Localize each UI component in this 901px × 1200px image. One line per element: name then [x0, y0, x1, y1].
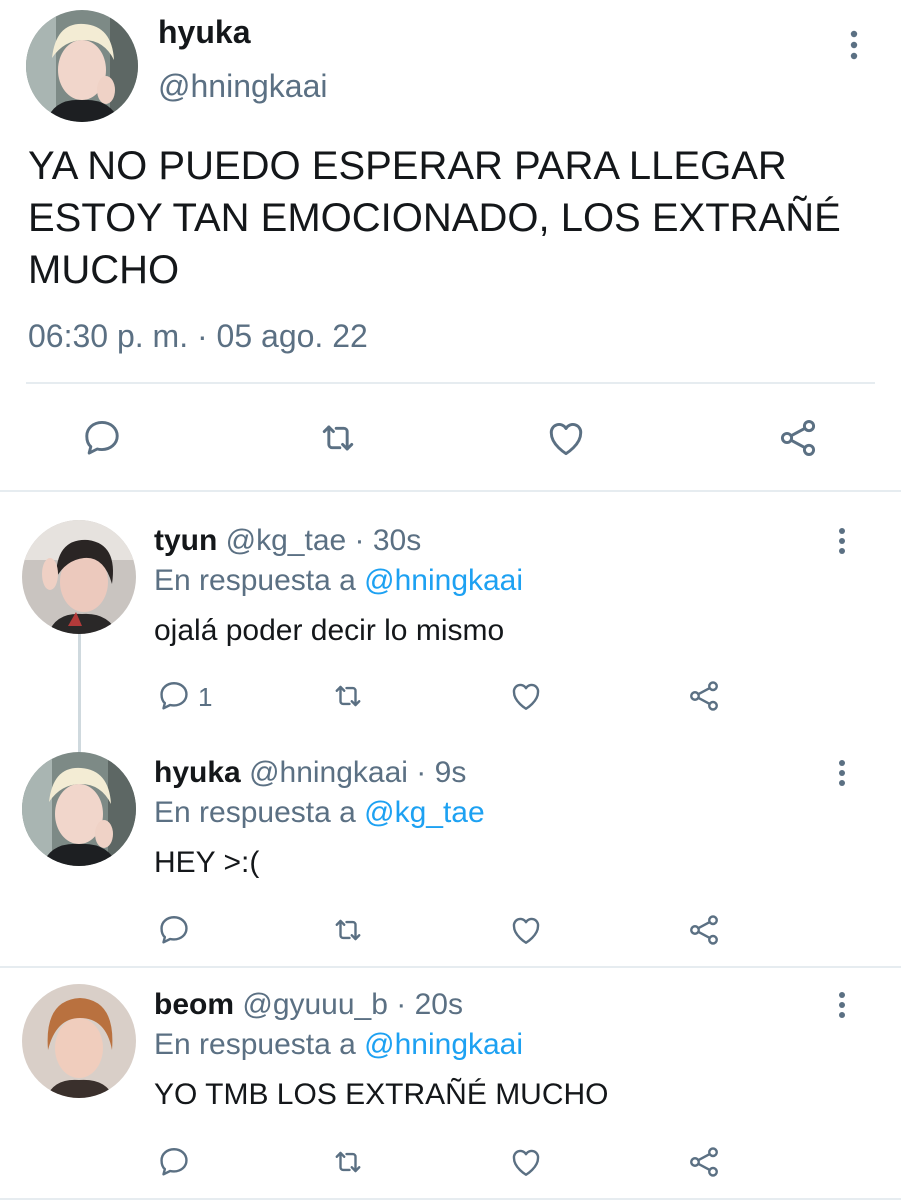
- more-options-icon[interactable]: [832, 988, 852, 1022]
- retweet-icon[interactable]: [330, 678, 366, 714]
- replying-to-handle[interactable]: @hningkaai: [364, 1028, 523, 1061]
- reply-icon[interactable]: [156, 678, 192, 714]
- reply-header: beom @gyuuu_b · 20s: [154, 988, 463, 1022]
- replying-to-handle[interactable]: @hningkaai: [364, 564, 523, 597]
- reply-header: tyun @kg_tae · 30s: [154, 524, 421, 558]
- divider: [26, 382, 875, 384]
- more-options-icon[interactable]: [832, 756, 852, 790]
- replying-to: En respuesta a @hningkaai: [154, 1028, 523, 1062]
- tweet-text: YO TMB LOS EXTRAÑÉ MUCHO: [154, 1078, 609, 1111]
- reply-icon[interactable]: [156, 1144, 192, 1180]
- reply-icon[interactable]: [156, 912, 192, 948]
- share-icon[interactable]: [686, 1144, 722, 1180]
- avatar[interactable]: [22, 520, 136, 634]
- display-name[interactable]: hyuka: [154, 756, 241, 789]
- separator: ·: [346, 524, 373, 557]
- reply-icon[interactable]: [80, 416, 124, 460]
- thread-connector: [78, 634, 81, 752]
- avatar[interactable]: [22, 984, 136, 1098]
- separator: ·: [387, 988, 415, 1021]
- divider: [0, 490, 901, 492]
- share-icon[interactable]: [686, 678, 722, 714]
- like-icon[interactable]: [508, 678, 544, 714]
- tweet-text: HEY >:(: [154, 846, 260, 879]
- avatar[interactable]: [22, 752, 136, 866]
- like-icon[interactable]: [508, 1144, 544, 1180]
- more-options-icon[interactable]: [832, 524, 852, 558]
- reply-count: 1: [198, 682, 213, 712]
- display-name[interactable]: tyun: [154, 524, 217, 557]
- display-name[interactable]: beom: [154, 988, 234, 1021]
- separator: ·: [407, 756, 435, 789]
- more-options-icon[interactable]: [844, 28, 864, 62]
- tweet-timestamp[interactable]: 06:30 p. m. · 05 ago. 22: [28, 318, 368, 355]
- user-handle[interactable]: @hningkaai: [249, 756, 408, 789]
- retweet-icon[interactable]: [330, 1144, 366, 1180]
- avatar[interactable]: [26, 10, 138, 122]
- tweet-text: YA NO PUEDO ESPERAR PARA LLEGAR ESTOY TA…: [28, 144, 841, 292]
- tweet-text: ojalá poder decir lo mismo: [154, 614, 505, 647]
- divider: [0, 966, 901, 968]
- user-handle[interactable]: @gyuuu_b: [242, 988, 388, 1021]
- user-handle[interactable]: @hningkaai: [158, 68, 327, 105]
- like-icon[interactable]: [544, 416, 588, 460]
- display-name[interactable]: hyuka: [158, 14, 250, 51]
- like-icon[interactable]: [508, 912, 544, 948]
- replying-to-label: En respuesta a: [154, 1028, 356, 1061]
- replying-to-handle[interactable]: @kg_tae: [364, 796, 485, 829]
- reply-header: hyuka @hningkaai · 9s: [154, 756, 466, 790]
- user-handle[interactable]: @kg_tae: [226, 524, 347, 557]
- reply-time[interactable]: 30s: [373, 524, 421, 557]
- share-icon[interactable]: [686, 912, 722, 948]
- reply-time[interactable]: 9s: [435, 756, 467, 789]
- share-icon[interactable]: [776, 416, 820, 460]
- replying-to-label: En respuesta a: [154, 796, 356, 829]
- replying-to: En respuesta a @hningkaai: [154, 564, 523, 598]
- retweet-icon[interactable]: [330, 912, 366, 948]
- replying-to: En respuesta a @kg_tae: [154, 796, 485, 830]
- retweet-icon[interactable]: [316, 416, 360, 460]
- replying-to-label: En respuesta a: [154, 564, 356, 597]
- reply-time[interactable]: 20s: [415, 988, 463, 1021]
